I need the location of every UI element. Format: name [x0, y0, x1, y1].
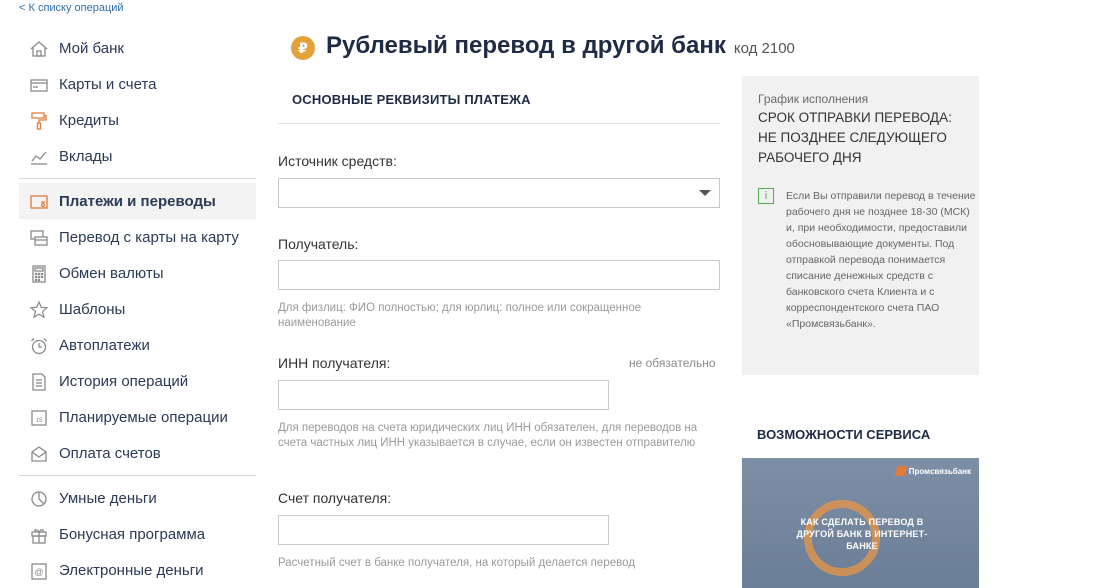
- home-icon: [29, 39, 49, 59]
- brand-mark-icon: [894, 466, 908, 476]
- roller-icon: [29, 111, 49, 131]
- recipient-label: Получатель:: [278, 236, 359, 252]
- source-select[interactable]: [278, 178, 720, 208]
- sidebar-item-label: Кредиты: [59, 111, 119, 129]
- sidebar-item-label: Планируемые операции: [59, 408, 228, 426]
- star-icon: [29, 300, 49, 320]
- page-title: Рублевый перевод в другой банк: [326, 32, 726, 59]
- sidebar-item-label: Автоплатежи: [59, 336, 150, 354]
- sidebar-item-calendar[interactable]: 15 Планируемые операции: [19, 399, 256, 435]
- sidebar-item-card[interactable]: Карты и счета: [19, 66, 256, 102]
- back-to-operations-link[interactable]: < К списку операций: [19, 2, 124, 14]
- sidebar-item-payment[interactable]: Платежи и переводы: [19, 183, 256, 219]
- service-title: ВОЗМОЖНОСТИ СЕРВИСА: [757, 427, 931, 442]
- schedule-text: Если Вы отправили перевод в течение рабо…: [786, 190, 976, 330]
- info-icon: i: [758, 188, 774, 204]
- sidebar-item-label: Оплата счетов: [59, 444, 161, 462]
- section-title: ОСНОВНЫЕ РЕКВИЗИТЫ ПЛАТЕЖА: [292, 92, 531, 107]
- sidebar-item-gift[interactable]: Бонусная программа: [19, 516, 256, 552]
- sidebar-item-roller[interactable]: Кредиты: [19, 102, 256, 138]
- sidebar-item-label: Электронные деньги: [59, 561, 204, 579]
- sidebar: Мой банк Карты и счета Кредиты Вклады Платеж…: [19, 30, 256, 588]
- sidebar-item-label: Бонусная программа: [59, 525, 206, 543]
- calendar-icon: 15: [29, 408, 49, 428]
- schedule-heading: СРОК ОТПРАВКИ ПЕРЕВОДА: НЕ ПОЗДНЕЕ СЛЕДУ…: [758, 110, 952, 165]
- execution-schedule-panel: График исполнения СРОК ОТПРАВКИ ПЕРЕВОДА…: [742, 76, 979, 375]
- calculator-icon: [29, 264, 49, 284]
- document-icon: [29, 372, 49, 392]
- sidebar-item-label: Обмен валюты: [59, 264, 164, 282]
- account-hint: Расчетный счет в банке получателя, на ко…: [278, 557, 635, 569]
- sidebar-item-label: Мой банк: [59, 39, 124, 57]
- account-label: Счет получателя:: [278, 490, 392, 506]
- payment-icon: [29, 192, 49, 212]
- sidebar-item-label: Карты и счета: [59, 75, 157, 93]
- inn-label: ИНН получателя:: [278, 355, 391, 371]
- video-caption: КАК СДЕЛАТЬ ПЕРЕВОД В ДРУГОЙ БАНК В ИНТЕ…: [796, 517, 928, 551]
- sidebar-item-label: Перевод с карты на карту: [59, 228, 239, 246]
- inn-hint: Для переводов на счета юридических лиц И…: [278, 422, 698, 449]
- sidebar-item-cards-transfer[interactable]: Перевод с карты на карту: [19, 219, 256, 255]
- sidebar-item-document[interactable]: История операций: [19, 363, 256, 399]
- account-input[interactable]: [278, 515, 609, 545]
- gift-icon: [29, 525, 49, 545]
- pie-chart-icon: [29, 489, 49, 509]
- sidebar-item-envelope[interactable]: Оплата счетов: [19, 435, 256, 471]
- cards-transfer-icon: [29, 228, 49, 248]
- sidebar-item-at[interactable]: @ Электронные деньги: [19, 552, 256, 588]
- inn-input[interactable]: [278, 380, 609, 410]
- svg-text:15: 15: [36, 418, 43, 424]
- brand-name: Промсвязьбанк: [908, 466, 971, 476]
- alarm-clock-icon: [29, 336, 49, 356]
- sidebar-item-pie-chart[interactable]: Умные деньги: [19, 480, 256, 516]
- sidebar-divider: [19, 475, 256, 476]
- recipient-input[interactable]: [278, 260, 720, 290]
- page-header: ₽ Рублевый перевод в другой банк код 210…: [291, 32, 795, 60]
- at-icon: @: [29, 561, 49, 581]
- schedule-caption: График исполнения: [758, 92, 869, 106]
- svg-text:@: @: [34, 567, 43, 577]
- sidebar-divider: [19, 178, 256, 179]
- sidebar-item-label: Платежи и переводы: [59, 192, 216, 210]
- sidebar-item-alarm-clock[interactable]: Автоплатежи: [19, 327, 256, 363]
- ruble-icon: ₽: [291, 36, 315, 60]
- sidebar-item-home[interactable]: Мой банк: [19, 30, 256, 66]
- source-label: Источник средств:: [278, 153, 397, 169]
- recipient-hint: Для физлиц: ФИО полностью; для юрлиц: по…: [278, 302, 642, 329]
- sidebar-item-label: История операций: [59, 372, 189, 390]
- sidebar-item-calculator[interactable]: Обмен валюты: [19, 255, 256, 291]
- inn-optional-note: не обязательно: [629, 356, 716, 370]
- tutorial-video-thumbnail[interactable]: Промсвязьбанк КАК СДЕЛАТЬ ПЕРЕВОД В ДРУГ…: [742, 458, 979, 588]
- card-icon: [29, 75, 49, 95]
- sidebar-item-star[interactable]: Шаблоны: [19, 291, 256, 327]
- sidebar-item-chart[interactable]: Вклады: [19, 138, 256, 174]
- sidebar-item-label: Умные деньги: [59, 489, 157, 507]
- envelope-icon: [29, 444, 49, 464]
- section-divider: [278, 123, 720, 124]
- sidebar-item-label: Шаблоны: [59, 300, 126, 318]
- operation-code: код 2100: [733, 40, 795, 57]
- brand-logo: Промсвязьбанк: [894, 466, 971, 476]
- chart-icon: [29, 147, 49, 167]
- sidebar-item-label: Вклады: [59, 147, 113, 165]
